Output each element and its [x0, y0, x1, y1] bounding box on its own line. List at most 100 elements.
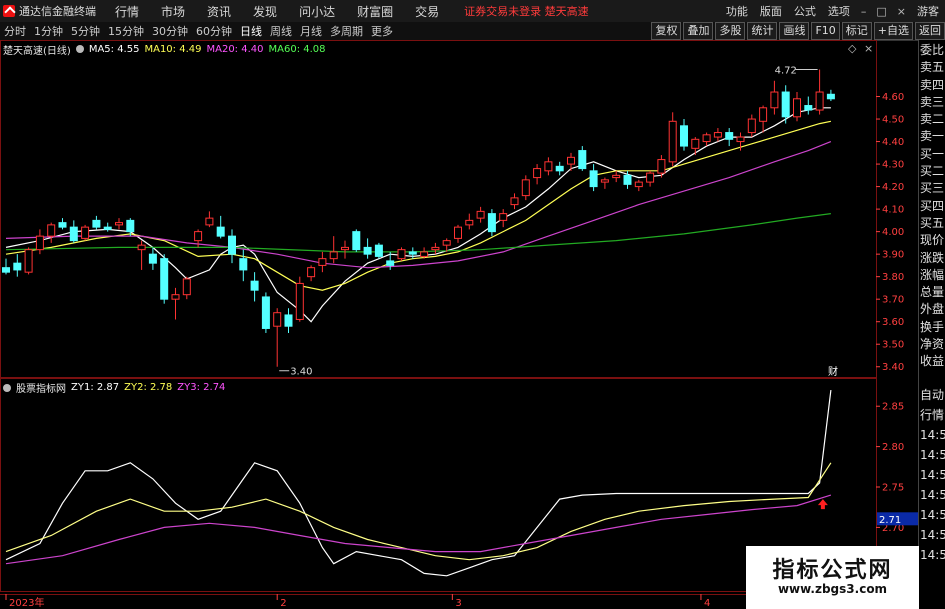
candle-body-down [92, 219, 101, 228]
candle-body-up [295, 282, 304, 320]
candle-body-down [352, 231, 361, 251]
side-time-label: 14:50 [920, 508, 945, 522]
quote-label: 涨幅 [920, 267, 945, 282]
indicator-lines [5, 390, 832, 577]
candle-body-up [205, 217, 214, 226]
quote-label: 卖一 [920, 129, 945, 144]
candle-body-up [691, 138, 700, 149]
candle-body-down [680, 125, 688, 147]
candle-body-up [454, 226, 462, 239]
side-time-label: 14:50 [920, 488, 945, 502]
candle-body-up [397, 249, 406, 260]
side-tab[interactable]: 自动 [919, 385, 945, 405]
candle-body-down [216, 226, 225, 237]
indicator-legend: 股票指标网 ZY1: 2.87 ZY2: 2.78 ZY3: 2.74 [3, 380, 230, 395]
finance-badge: 财 [828, 365, 838, 378]
zy3-label: ZY3: 2.74 [177, 382, 226, 393]
kline-chart[interactable]: 4.60 4.50 4.40 4.30 4.20 4.10 4.00 3.90 3.80 3.70… [0, 0, 945, 609]
candle-body-up [759, 107, 768, 122]
candle-body-up [431, 246, 440, 251]
candle-body-up [736, 136, 745, 143]
quote-label: 总量 [920, 285, 945, 300]
price-tick-label: 4.40 [882, 137, 904, 148]
candle-body-down [228, 235, 236, 255]
candle-body-down [386, 260, 395, 266]
candle-body-up [747, 118, 756, 134]
candle-body-up [115, 222, 123, 226]
ma60-label: MA60: 4.08 [268, 43, 326, 55]
candle-body-up [533, 168, 542, 179]
candle-body-up [273, 312, 282, 327]
candle-body-up [35, 235, 44, 251]
watermark-url: www.zbgs3.com [777, 582, 888, 596]
candle-body-up [634, 181, 643, 188]
indicator-gear-icon[interactable] [3, 383, 11, 392]
zy2-label: ZY2: 2.78 [124, 382, 173, 393]
price-tick-label: 3.70 [882, 295, 904, 306]
price-tick-label: 3.90 [882, 250, 904, 261]
side-time-label: 14:50 [920, 448, 945, 462]
date-tick-label: 3 [455, 598, 461, 609]
quote-label: 卖三 [920, 94, 945, 109]
candle-body-down [589, 170, 598, 188]
side-time-label: 14:50 [920, 428, 945, 442]
candle-body-down [69, 226, 78, 242]
axis-labels: 4.60 4.50 4.40 4.30 4.20 4.10 4.00 3.90 3.80 3.70… [9, 42, 919, 609]
candle-body-up [600, 179, 609, 183]
indicator-title[interactable]: 股票指标网 [16, 380, 66, 395]
candle-body-down [261, 296, 270, 329]
candle-body-down [2, 267, 10, 273]
candle-body-up [476, 210, 485, 219]
ma20-label: MA20: 4.40 [206, 43, 264, 55]
side-time-label: 14:50 [920, 528, 945, 542]
candle-body-up [499, 213, 508, 221]
candle-body-down [555, 165, 564, 172]
candle-body-up [793, 98, 801, 118]
candle-body-down [804, 105, 813, 111]
candle-body-up [657, 159, 666, 174]
zy2-line [5, 462, 832, 561]
ma20-line [5, 141, 832, 269]
candle-body-up [510, 197, 519, 206]
candle-body-up [420, 251, 429, 257]
candle-body-up [702, 134, 711, 143]
quote-label: 买三 [920, 181, 945, 196]
candle-body-down [487, 213, 496, 233]
candle-body-down [160, 258, 169, 300]
side-tab[interactable]: 行情 [919, 405, 945, 425]
quote-label: 换手 [920, 319, 945, 334]
zy3-line [5, 494, 832, 565]
quote-label: 买四 [920, 198, 945, 213]
main-legend: 楚天高速(日线) MA5: 4.55 MA10: 4.49 MA20: 4.40… [3, 42, 331, 57]
price-tick-label: 4.50 [882, 115, 904, 126]
high-marker-label: 4.72 [775, 66, 797, 77]
candle-body-down [725, 132, 734, 140]
candle-body-up [646, 172, 655, 183]
stock-title[interactable]: 楚天高速(日线) [3, 42, 71, 57]
quote-label: 买五 [920, 215, 945, 230]
candle-body-up [329, 251, 338, 260]
candle-body-down [781, 91, 790, 118]
main-panel-frame [0, 40, 877, 379]
price-tick-label: 3.60 [882, 317, 904, 328]
side-time-label: 14:50 [920, 548, 945, 562]
watermark-title: 指标公式网 [772, 558, 893, 583]
candle-body-up [318, 258, 327, 266]
candles [2, 69, 835, 367]
candle-body-up [713, 132, 722, 138]
quote-label-list: 委比 卖五 卖四 卖三 卖二 卖一 买一 买二 买三 买四 买五 现价 涨跌 涨幅 总量 外盘 换手 净资 收益 [919, 42, 945, 371]
quote-label: 收益 [920, 354, 945, 369]
price-tick-label: 4.60 [882, 92, 904, 103]
settings-gear-icon[interactable] [75, 45, 84, 53]
ma10-label: MA10: 4.49 [144, 43, 202, 55]
candle-body-up [521, 179, 530, 197]
candle-body-up [815, 91, 824, 111]
indicator-price-tag-label: 2.71 [879, 515, 901, 526]
candle-body-up [171, 294, 180, 300]
low-marker-label: 3.40 [290, 367, 312, 378]
quote-label: 净资 [920, 337, 945, 352]
candle-body-up [567, 156, 575, 165]
zy1-label: ZY1: 2.87 [71, 382, 120, 393]
quote-label: 卖四 [920, 77, 945, 92]
quote-label: 委比 [920, 43, 945, 57]
